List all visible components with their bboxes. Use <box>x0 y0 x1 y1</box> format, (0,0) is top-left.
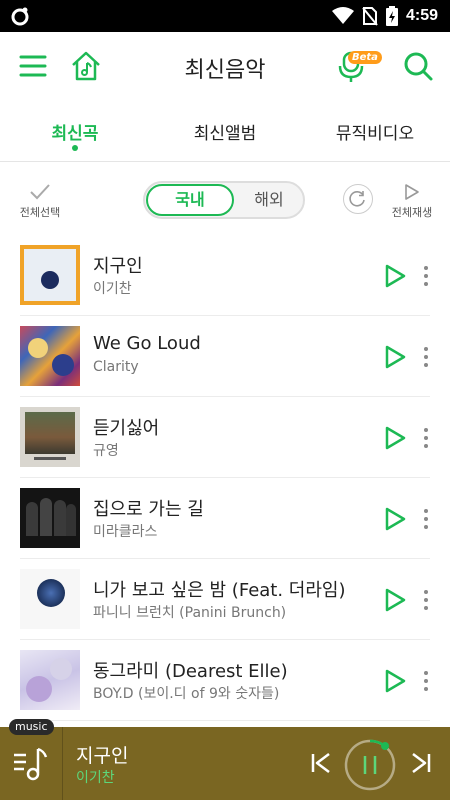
tab-bar: 최신곡 최신앨범 뮤직비디오 <box>0 100 450 162</box>
song-row[interactable]: We Go Loud Clarity <box>0 316 450 397</box>
album-cover <box>20 326 80 386</box>
song-artist: 미라클라스 <box>93 524 158 540</box>
player-divider <box>62 727 63 800</box>
album-cover <box>20 245 80 305</box>
active-tab-indicator <box>72 145 78 151</box>
no-sim-icon <box>362 7 378 26</box>
pause-button[interactable] <box>343 738 397 792</box>
song-title: We Go Loud <box>93 333 201 354</box>
more-options-icon[interactable] <box>420 507 432 531</box>
play-icon[interactable] <box>384 507 406 531</box>
song-title: 지구인 <box>93 256 143 277</box>
select-all-label: 전체선택 <box>19 206 61 219</box>
now-playing-artist: 이기찬 <box>76 770 115 786</box>
album-cover <box>20 488 80 548</box>
tab-latest-songs[interactable]: 최신곡 <box>0 100 150 161</box>
beta-badge: Beta <box>348 51 382 64</box>
tab-label: 최신앨범 <box>193 124 257 144</box>
search-icon[interactable] <box>402 50 434 82</box>
song-title: 듣기싫어 <box>93 418 160 439</box>
play-icon[interactable] <box>384 426 406 450</box>
play-all-button[interactable]: 전체재생 <box>387 183 437 220</box>
list-controls: 전체선택 국내 해외 전체재생 <box>0 163 450 235</box>
album-cover <box>20 407 80 467</box>
more-options-icon[interactable] <box>420 426 432 450</box>
song-artist: BOY.D (보이.디 of 9와 숫자들) <box>93 686 280 702</box>
playlist-icon[interactable] <box>10 743 52 785</box>
song-title: 동그라미 (Dearest Elle) <box>93 661 288 682</box>
song-title: 니가 보고 싶은 밤 (Feat. 더라임) <box>93 580 346 601</box>
album-cover <box>20 569 80 629</box>
app-header: 최신음악 Beta <box>0 32 450 100</box>
play-icon[interactable] <box>384 345 406 369</box>
status-bar: 4:59 <box>0 0 450 32</box>
wifi-icon <box>331 7 354 24</box>
play-all-label: 전체재생 <box>391 206 433 219</box>
more-options-icon[interactable] <box>420 588 432 612</box>
tab-music-videos[interactable]: 뮤직비디오 <box>300 100 450 161</box>
overseas-option[interactable]: 해외 <box>235 183 303 217</box>
song-artist: 파니니 브런치 (Panini Brunch) <box>93 605 287 621</box>
song-artist: 이기찬 <box>93 281 132 297</box>
refresh-button[interactable] <box>343 184 373 214</box>
play-icon[interactable] <box>384 588 406 612</box>
song-row[interactable]: 동그라미 (Dearest Elle) BOY.D (보이.디 of 9와 숫자… <box>0 640 450 721</box>
check-icon <box>30 184 50 200</box>
battery-charging-icon <box>385 6 398 26</box>
region-toggle: 국내 해외 <box>143 181 305 219</box>
status-time: 4:59 <box>405 7 438 24</box>
song-list: 지구인 이기찬 We Go Loud Clarity 듣기싫어 규영 집으로 가… <box>0 235 450 721</box>
voice-search-button[interactable]: Beta <box>338 50 382 84</box>
song-row[interactable]: 듣기싫어 규영 <box>0 397 450 478</box>
album-cover <box>20 650 80 710</box>
select-all-button[interactable]: 전체선택 <box>15 183 65 220</box>
more-options-icon[interactable] <box>420 669 432 693</box>
now-playing-title: 지구인 <box>76 745 129 767</box>
mini-player[interactable]: music 지구인 이기찬 <box>0 719 450 800</box>
song-title: 집으로 가는 길 <box>93 499 204 520</box>
song-row[interactable]: 집으로 가는 길 미라클라스 <box>0 478 450 559</box>
more-options-icon[interactable] <box>420 345 432 369</box>
play-icon[interactable] <box>384 264 406 288</box>
row-divider <box>20 720 430 721</box>
tab-label: 뮤직비디오 <box>335 124 415 144</box>
refresh-icon <box>349 191 365 207</box>
previous-track-icon[interactable] <box>310 751 332 775</box>
song-artist: 규영 <box>93 443 119 459</box>
app-logo-icon <box>11 7 29 26</box>
song-row[interactable]: 니가 보고 싶은 밤 (Feat. 더라임) 파니니 브런치 (Panini B… <box>0 559 450 640</box>
next-track-icon[interactable] <box>410 751 432 775</box>
more-options-icon[interactable] <box>420 264 432 288</box>
music-badge: music <box>9 719 54 735</box>
domestic-option[interactable]: 국내 <box>146 184 234 216</box>
song-artist: Clarity <box>93 359 139 375</box>
song-row[interactable]: 지구인 이기찬 <box>0 235 450 316</box>
tab-latest-albums[interactable]: 최신앨범 <box>150 100 300 161</box>
tab-label: 최신곡 <box>51 124 99 144</box>
play-outline-icon <box>405 184 419 200</box>
play-icon[interactable] <box>384 669 406 693</box>
page-title: 최신음악 <box>184 58 266 83</box>
